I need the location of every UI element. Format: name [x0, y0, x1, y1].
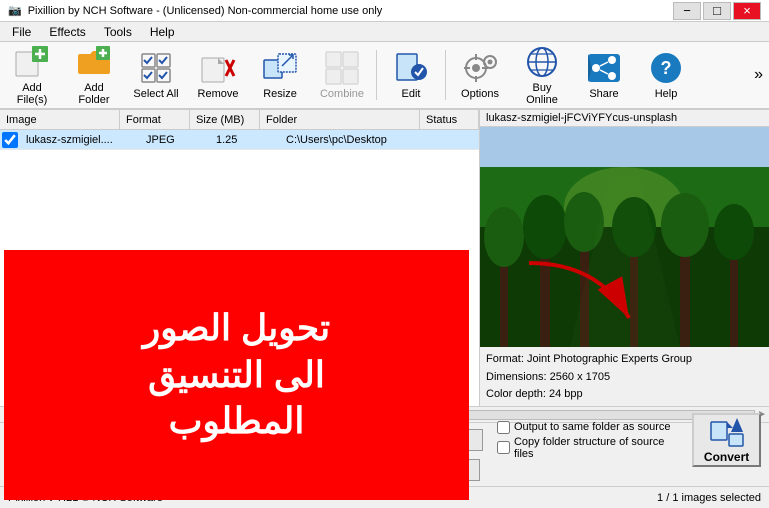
titlebar-controls[interactable]: − □ × [673, 2, 761, 20]
same-folder-checkbox[interactable] [497, 421, 510, 434]
titlebar: 📷 Pixillion by NCH Software - (Unlicense… [0, 0, 769, 22]
resize-label: Resize [263, 88, 297, 100]
filelist-header: Image Format Size (MB) Folder Status [0, 110, 479, 130]
arrow-indicator [519, 253, 639, 336]
menu-file[interactable]: File [4, 23, 39, 41]
share-label: Share [589, 88, 618, 100]
toolbar: Add File(s) Add Folder [0, 42, 769, 110]
share-icon [586, 50, 622, 86]
main-area: Image Format Size (MB) Folder Status luk… [0, 110, 769, 406]
add-folder-button[interactable]: Add Folder [64, 45, 124, 105]
same-folder-row: Output to same folder as source [497, 421, 678, 434]
preview-format: Format: Joint Photographic Experts Group [486, 351, 763, 369]
options-button[interactable]: Options [450, 45, 510, 105]
maximize-button[interactable]: □ [703, 2, 731, 20]
add-files-label: Add File(s) [7, 82, 57, 106]
combine-icon [324, 50, 360, 86]
overlay-text: تحويل الصورالى التنسيقالمطلوب [143, 305, 330, 445]
row-checkbox[interactable] [2, 132, 18, 148]
buy-online-label: Buy Online [517, 82, 567, 106]
file-status [440, 139, 479, 141]
remove-button[interactable]: Remove [188, 45, 248, 105]
col-header-size: Size (MB) [190, 110, 260, 129]
combine-label: Combine [320, 88, 364, 100]
more-button[interactable]: » [750, 64, 767, 86]
col-header-format: Format [120, 110, 190, 129]
edit-button[interactable]: Edit [381, 45, 441, 105]
convert-icon [709, 416, 745, 448]
copy-structure-checkbox[interactable] [497, 441, 510, 454]
copy-structure-row: Copy folder structure of source files [497, 436, 678, 460]
toolbar-separator-2 [445, 50, 446, 100]
buy-online-button[interactable]: Buy Online [512, 45, 572, 105]
col-header-image: Image [0, 110, 120, 129]
resize-button[interactable]: Resize [250, 45, 310, 105]
toolbar-separator [376, 50, 377, 100]
edit-icon [393, 50, 429, 86]
add-files-button[interactable]: Add File(s) [2, 45, 62, 105]
table-row[interactable]: lukasz-szmigiel.... JPEG 1.25 C:\Users\p… [0, 130, 479, 150]
app-title: Pixillion by NCH Software - (Unlicensed)… [28, 5, 383, 17]
help-label: Help [655, 88, 678, 100]
select-all-label: Select All [133, 88, 178, 100]
remove-icon [200, 50, 236, 86]
edit-label: Edit [402, 88, 421, 100]
col-header-folder: Folder [260, 110, 420, 129]
menu-effects[interactable]: Effects [41, 23, 93, 41]
col-header-status: Status [420, 110, 479, 129]
file-name: lukasz-szmigiel.... [20, 133, 140, 147]
file-size: 1.25 [210, 133, 280, 147]
same-folder-label: Output to same folder as source [514, 421, 671, 433]
preview-dimensions: Dimensions: 2560 x 1705 [486, 369, 763, 387]
options-label: Options [461, 88, 499, 100]
share-button[interactable]: Share [574, 45, 634, 105]
select-all-button[interactable]: Select All [126, 45, 186, 105]
options-icon [462, 50, 498, 86]
file-format: JPEG [140, 133, 210, 147]
resize-icon [262, 50, 298, 86]
preview-filesize: File size: 1.25 MB [486, 404, 763, 406]
minimize-button[interactable]: − [673, 2, 701, 20]
menubar: File Effects Tools Help [0, 22, 769, 42]
buy-online-icon [524, 44, 560, 80]
preview-color: Color depth: 24 bpp [486, 386, 763, 404]
select-all-icon [138, 50, 174, 86]
checkbox-area: Output to same folder as source Copy fol… [497, 421, 678, 460]
titlebar-left: 📷 Pixillion by NCH Software - (Unlicense… [8, 4, 382, 17]
add-folder-icon [76, 44, 112, 80]
menu-tools[interactable]: Tools [96, 23, 140, 41]
preview-info: Format: Joint Photographic Experts Group… [480, 347, 769, 406]
combine-button[interactable]: Combine [312, 45, 372, 105]
remove-label: Remove [198, 88, 239, 100]
status-right: 1 / 1 images selected [657, 492, 761, 504]
close-button[interactable]: × [733, 2, 761, 20]
add-files-icon [14, 44, 50, 80]
menu-help[interactable]: Help [142, 23, 183, 41]
copy-structure-label: Copy folder structure of source files [514, 436, 678, 460]
toolbar-more: » [750, 64, 767, 86]
svg-text:?: ? [661, 58, 672, 78]
help-icon: ? [648, 50, 684, 86]
app-icon: 📷 [8, 4, 22, 17]
add-folder-label: Add Folder [69, 82, 119, 106]
help-button[interactable]: ? Help [636, 45, 696, 105]
overlay-box: تحويل الصورالى التنسيقالمطلوب [4, 250, 469, 500]
file-folder: C:\Users\pc\Desktop [280, 133, 440, 147]
preview-title: lukasz-szmigiel-jFCViYFYcus-unsplash [480, 110, 769, 127]
